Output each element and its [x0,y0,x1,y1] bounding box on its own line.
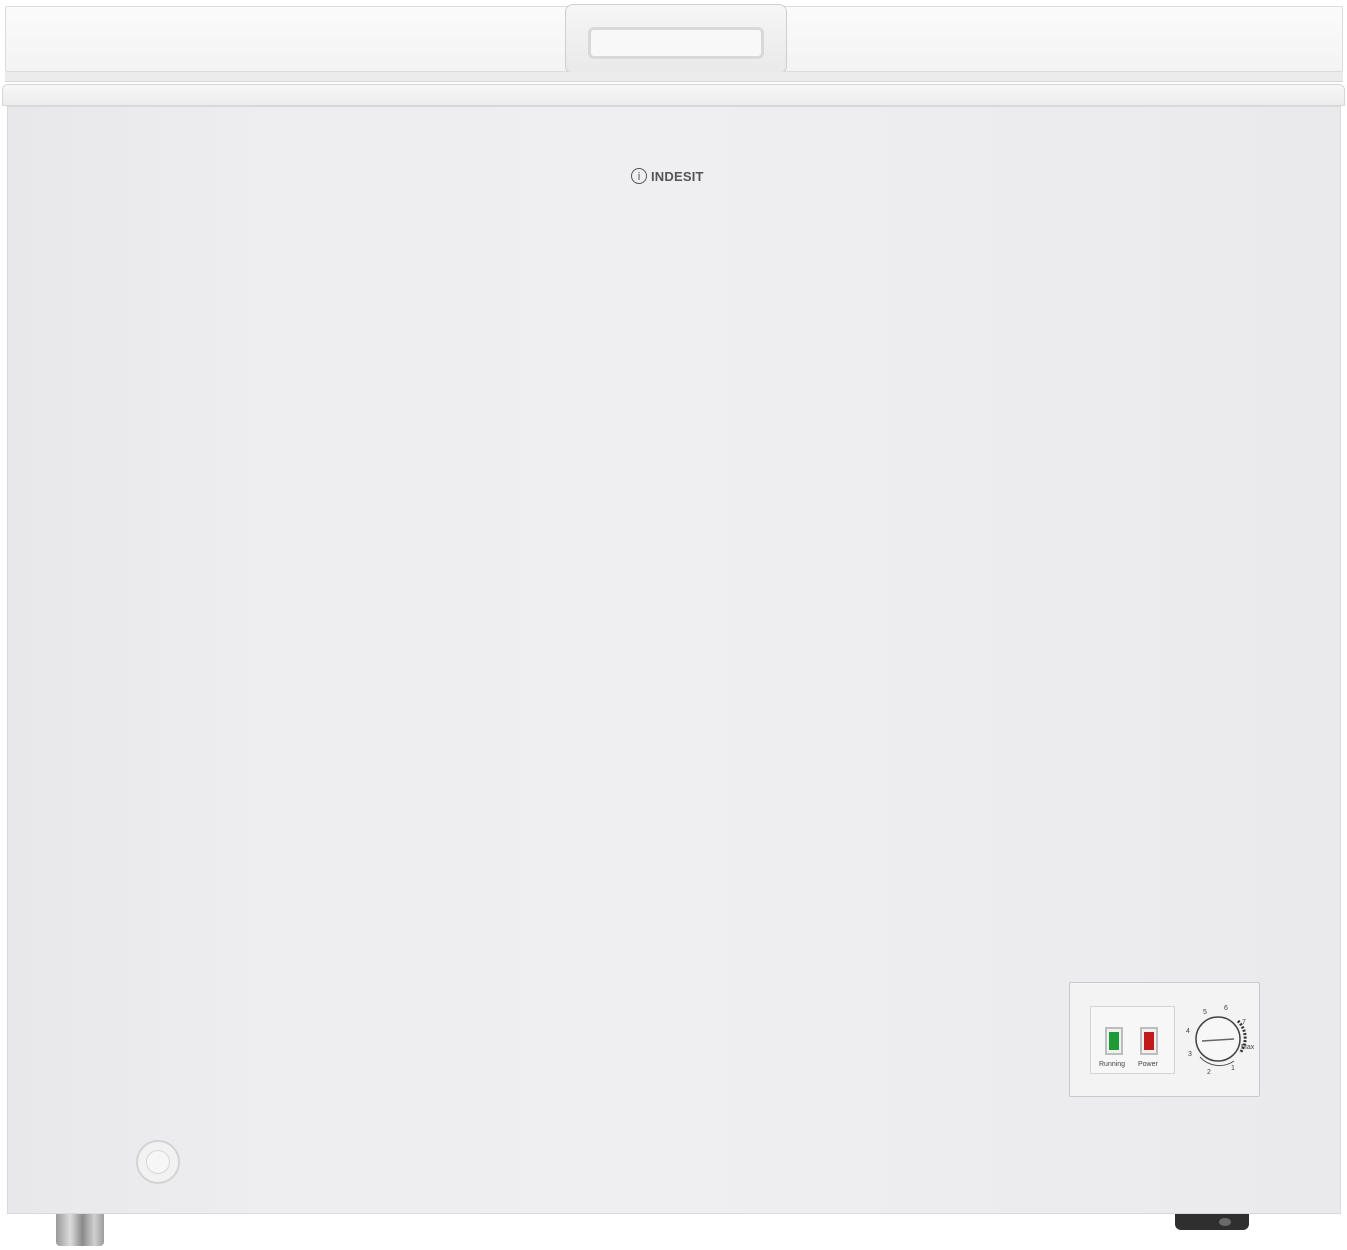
dial-number-7: 7 [1242,1019,1246,1026]
brand-name: INDESIT [651,168,704,184]
drain-plug [136,1140,180,1184]
thermostat-dial-area: 1 2 3 4 5 6 7 Max [1178,999,1258,1089]
control-panel: Running Power 1 2 3 4 5 6 7 Max [1069,982,1260,1097]
dial-number-4: 4 [1186,1028,1190,1035]
indicator-lights-box: Running Power [1090,1006,1175,1074]
brand-logo: i INDESIT [631,165,704,187]
power-lamp-icon [1144,1032,1154,1050]
dial-max-label: Max [1241,1044,1255,1051]
dial-number-2: 2 [1207,1069,1211,1076]
power-indicator [1140,1027,1158,1055]
dial-number-6: 6 [1224,1005,1228,1012]
dial-number-3: 3 [1188,1051,1192,1058]
chest-freezer-photo: i INDESIT Running Power 1 2 3 4 5 6 7 Ma… [0,0,1347,1250]
lid-lip [2,84,1345,106]
caster-wheel [1175,1214,1249,1230]
brand-i-icon: i [631,168,647,184]
wheel-hub [1219,1218,1231,1226]
running-lamp-icon [1109,1032,1119,1050]
power-label: Power [1138,1061,1158,1068]
lid-seal-strip [5,72,1343,82]
drain-plug-cap [146,1150,170,1174]
dial-number-1: 1 [1231,1065,1235,1072]
adjustable-foot [56,1214,104,1246]
lid-handle[interactable] [565,4,787,74]
dial-number-5: 5 [1203,1009,1207,1016]
handle-grip [588,27,764,59]
running-indicator [1105,1027,1123,1055]
running-label: Running [1099,1061,1126,1068]
